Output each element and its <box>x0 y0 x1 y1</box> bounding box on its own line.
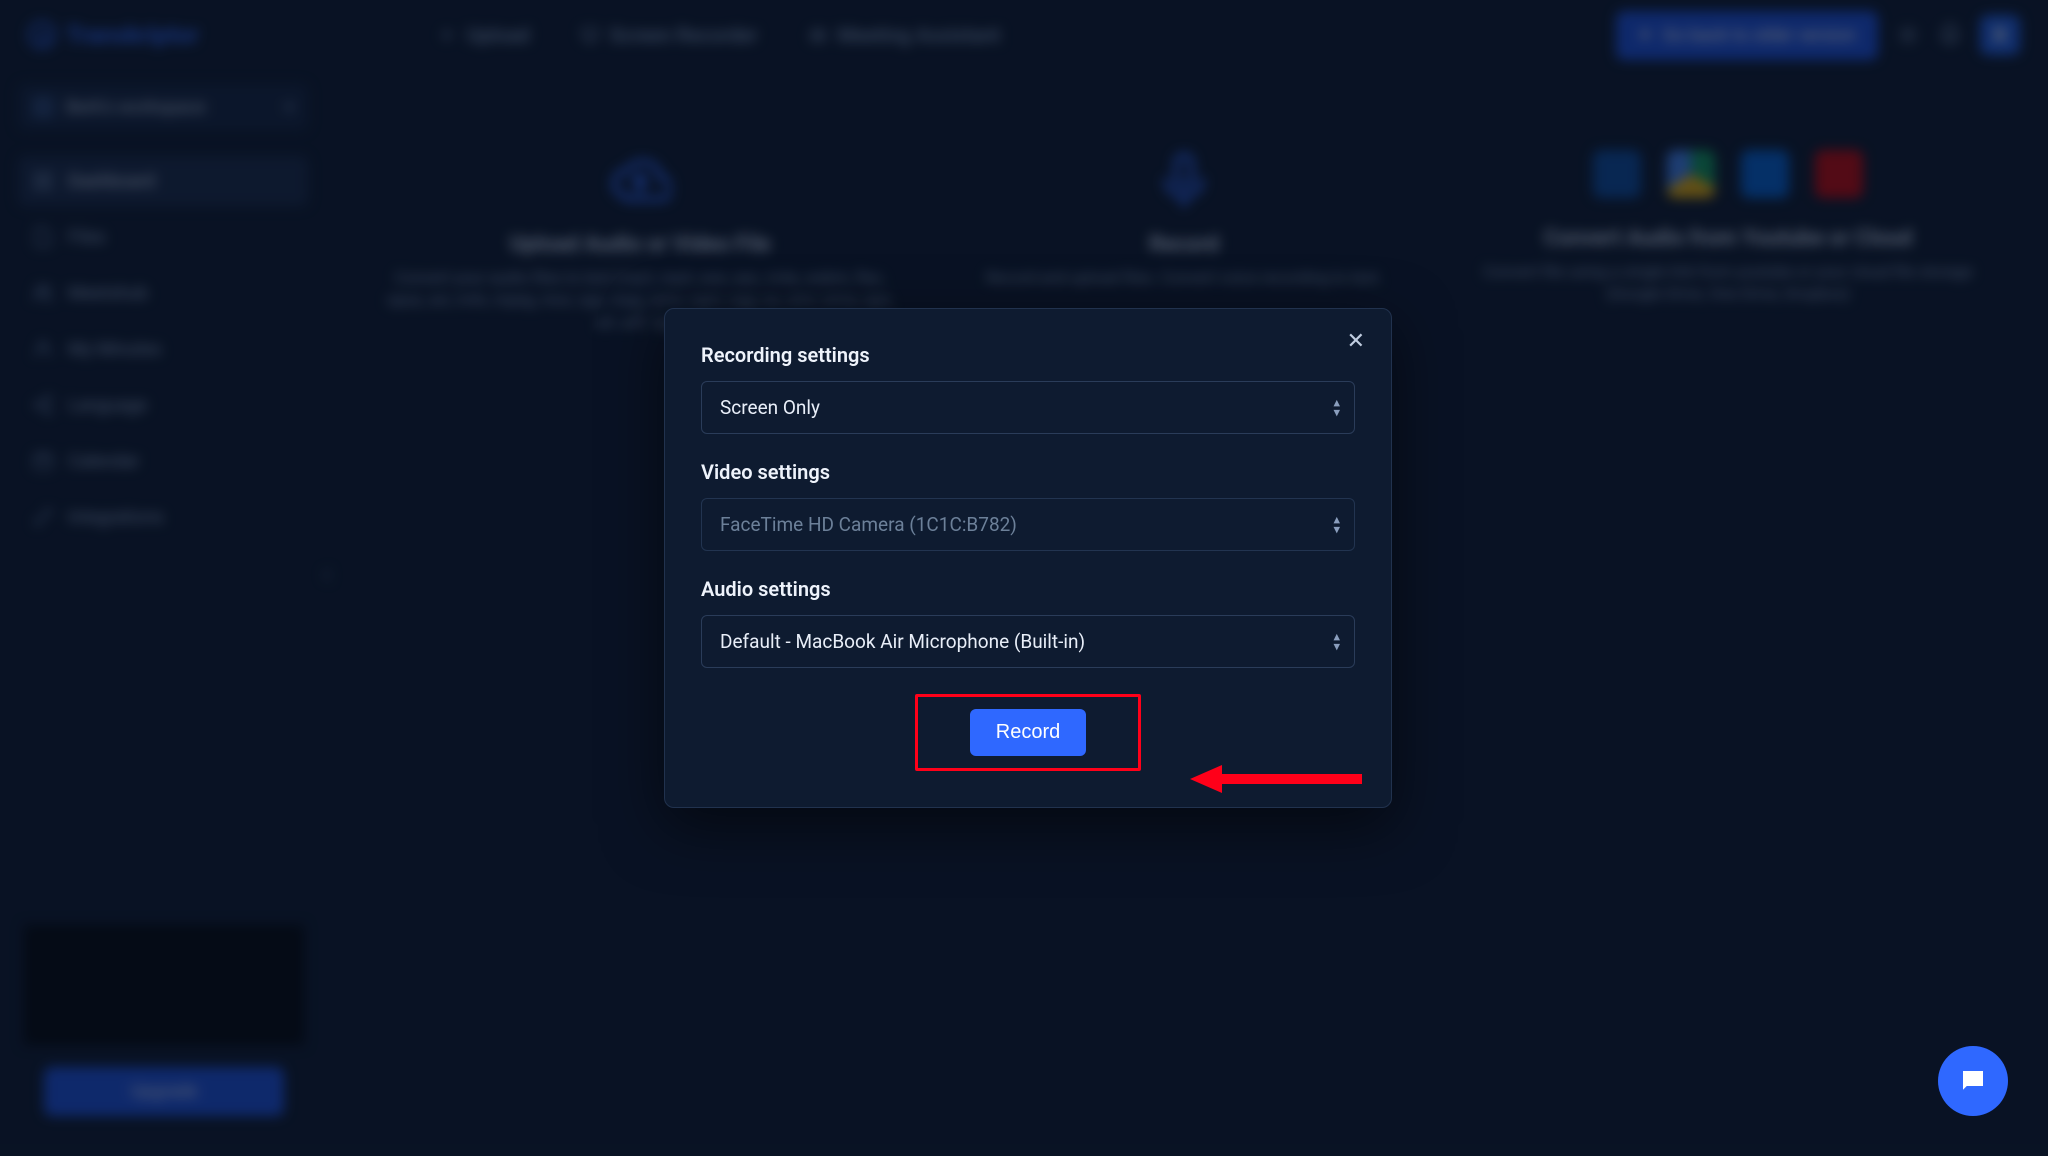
close-icon[interactable]: ✕ <box>1347 331 1365 353</box>
recording-settings-label: Recording settings <box>701 343 1355 367</box>
select-chevrons-icon: ▴▾ <box>1333 398 1340 417</box>
annotation-highlight: Record <box>915 694 1141 771</box>
recording-settings-modal: ✕ Recording settings Screen Only ▴▾ Vide… <box>664 308 1392 808</box>
select-chevrons-icon: ▴▾ <box>1333 515 1340 534</box>
audio-settings-label: Audio settings <box>701 577 1355 601</box>
audio-device-value: Default - MacBook Air Microphone (Built-… <box>720 630 1085 653</box>
chat-widget[interactable] <box>1938 1046 2008 1116</box>
audio-device-select[interactable]: Default - MacBook Air Microphone (Built-… <box>701 615 1355 668</box>
video-settings-label: Video settings <box>701 460 1355 484</box>
chat-icon <box>1958 1066 1988 1096</box>
video-device-value: FaceTime HD Camera (1C1C:B782) <box>720 513 1017 536</box>
select-chevrons-icon: ▴▾ <box>1333 632 1340 651</box>
record-button[interactable]: Record <box>970 709 1086 756</box>
video-device-select[interactable]: FaceTime HD Camera (1C1C:B782) ▴▾ <box>701 498 1355 551</box>
annotation-arrow-icon <box>1190 765 1362 793</box>
record-button-row: Record <box>701 694 1355 771</box>
recording-mode-value: Screen Only <box>720 396 820 419</box>
recording-mode-select[interactable]: Screen Only ▴▾ <box>701 381 1355 434</box>
